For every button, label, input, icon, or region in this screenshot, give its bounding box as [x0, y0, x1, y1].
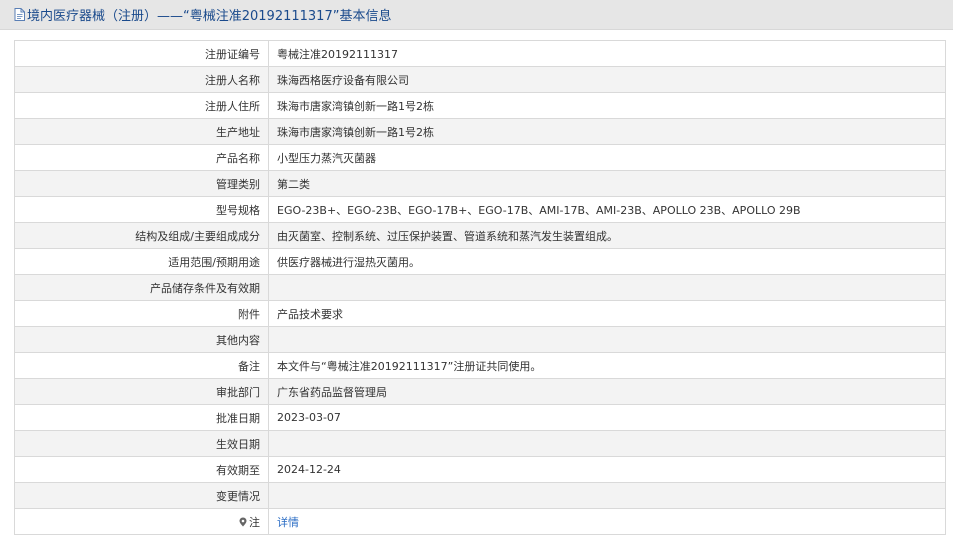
row-value: 珠海市唐家湾镇创新一路1号2栋 [268, 118, 946, 145]
table-row: 注册人住所 珠海市唐家湾镇创新一路1号2栋 [14, 92, 946, 119]
table-row: 产品储存条件及有效期 [14, 274, 946, 301]
row-label: 变更情况 [14, 482, 269, 509]
row-label: 注册人名称 [14, 66, 269, 93]
row-label: 生效日期 [14, 430, 269, 457]
row-label: 注册证编号 [14, 40, 269, 67]
page-title-text: 境内医疗器械（注册）——“粤械注准20192111317”基本信息 [27, 9, 392, 24]
note-row: 注 详情 [14, 508, 946, 535]
row-label: 审批部门 [14, 378, 269, 405]
info-table: 注册证编号 粤械注准20192111317 注册人名称 珠海西格医疗设备有限公司 注册人… [14, 40, 946, 535]
page-title: 境内医疗器械（注册）——“粤械注准20192111317”基本信息 [14, 5, 391, 24]
row-value: 珠海西格医疗设备有限公司 [268, 66, 946, 93]
info-table-body: 注册证编号 粤械注准20192111317 注册人名称 珠海西格医疗设备有限公司 注册人… [14, 40, 946, 535]
table-row: 审批部门 广东省药品监督管理局 [14, 378, 946, 405]
row-value: 小型压力蒸汽灭菌器 [268, 144, 946, 171]
row-label: 生产地址 [14, 118, 269, 145]
row-value: 产品技术要求 [268, 300, 946, 327]
info-table-wrapper: 注册证编号 粤械注准20192111317 注册人名称 珠海西格医疗设备有限公司 注册人… [14, 40, 946, 535]
row-value: 2023-03-07 [268, 404, 946, 431]
table-row: 附件 产品技术要求 [14, 300, 946, 327]
document-icon [14, 8, 25, 21]
table-row: 变更情况 [14, 482, 946, 509]
table-row: 其他内容 [14, 326, 946, 353]
table-row: 生效日期 [14, 430, 946, 457]
row-value: 珠海市唐家湾镇创新一路1号2栋 [268, 92, 946, 119]
row-label: 型号规格 [14, 196, 269, 223]
row-label: 适用范围/预期用途 [14, 248, 269, 275]
row-value: 2024-12-24 [268, 456, 946, 483]
row-value: 广东省药品监督管理局 [268, 378, 946, 405]
note-label-cell: 注 [14, 508, 269, 535]
row-label: 有效期至 [14, 456, 269, 483]
pin-icon [239, 517, 247, 526]
detail-link[interactable]: 详情 [277, 516, 299, 529]
row-label: 备注 [14, 352, 269, 379]
row-label: 附件 [14, 300, 269, 327]
header-bar: 境内医疗器械（注册）——“粤械注准20192111317”基本信息 [0, 0, 953, 30]
row-label: 管理类别 [14, 170, 269, 197]
table-row: 批准日期 2023-03-07 [14, 404, 946, 431]
row-label: 产品储存条件及有效期 [14, 274, 269, 301]
note-value-cell: 详情 [268, 508, 946, 535]
table-row: 有效期至 2024-12-24 [14, 456, 946, 483]
row-value: 由灭菌室、控制系统、过压保护装置、管道系统和蒸汽发生装置组成。 [268, 222, 946, 249]
table-row: 注册证编号 粤械注准20192111317 [14, 40, 946, 67]
row-label: 结构及组成/主要组成成分 [14, 222, 269, 249]
table-row: 适用范围/预期用途 供医疗器械进行湿热灭菌用。 [14, 248, 946, 275]
table-row: 注册人名称 珠海西格医疗设备有限公司 [14, 66, 946, 93]
row-value: 供医疗器械进行湿热灭菌用。 [268, 248, 946, 275]
row-value [268, 326, 946, 353]
row-label: 其他内容 [14, 326, 269, 353]
row-value [268, 274, 946, 301]
row-label: 注册人住所 [14, 92, 269, 119]
table-row: 型号规格 EGO-23B+、EGO-23B、EGO-17B+、EGO-17B、AM… [14, 196, 946, 223]
row-value: 粤械注准20192111317 [268, 40, 946, 67]
row-value [268, 482, 946, 509]
row-value: 第二类 [268, 170, 946, 197]
row-value [268, 430, 946, 457]
table-row: 管理类别 第二类 [14, 170, 946, 197]
row-value: EGO-23B+、EGO-23B、EGO-17B+、EGO-17B、AMI-17… [268, 196, 946, 223]
row-label: 产品名称 [14, 144, 269, 171]
table-row: 结构及组成/主要组成成分 由灭菌室、控制系统、过压保护装置、管道系统和蒸汽发生装置… [14, 222, 946, 249]
table-row: 备注 本文件与“粤械注准20192111317”注册证共同使用。 [14, 352, 946, 379]
table-row: 生产地址 珠海市唐家湾镇创新一路1号2栋 [14, 118, 946, 145]
row-label: 批准日期 [14, 404, 269, 431]
table-row: 产品名称 小型压力蒸汽灭菌器 [14, 144, 946, 171]
note-label: 注 [249, 515, 260, 529]
row-value: 本文件与“粤械注准20192111317”注册证共同使用。 [268, 352, 946, 379]
